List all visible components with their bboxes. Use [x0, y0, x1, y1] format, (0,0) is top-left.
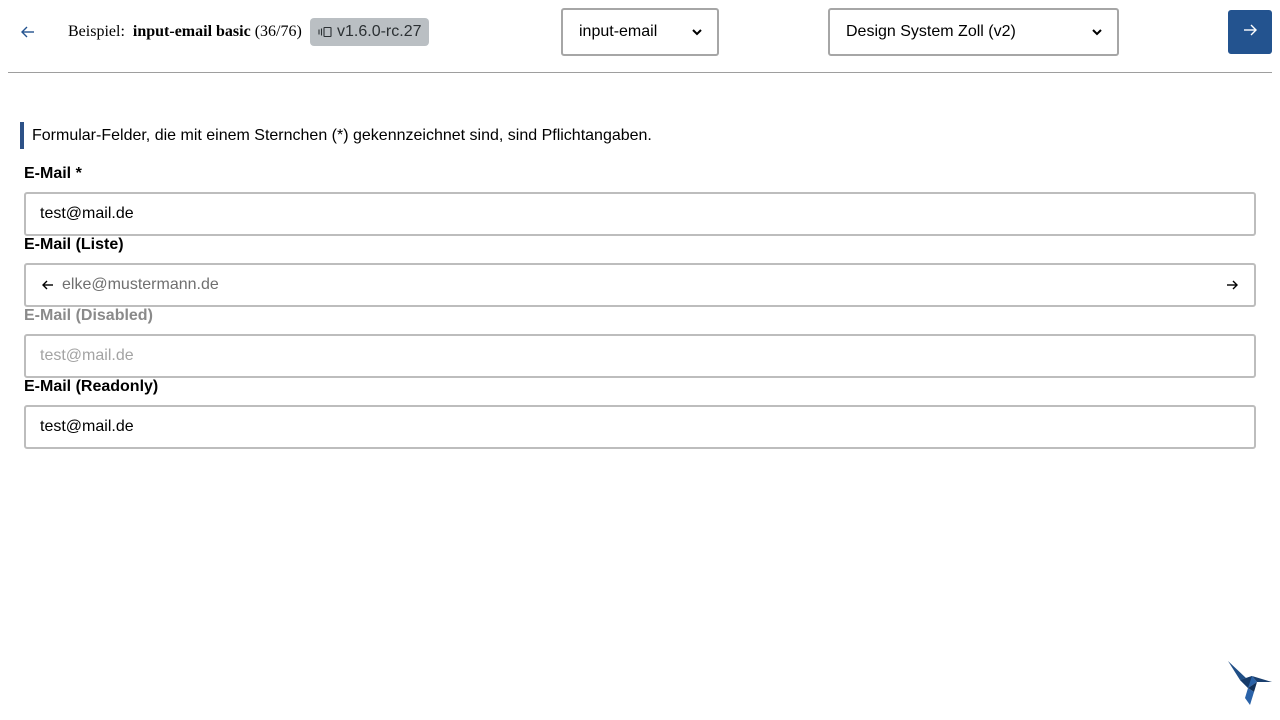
version-label: v1.6.0-rc.27 — [337, 23, 422, 40]
arrow-left-icon — [20, 24, 36, 40]
version-badge: v1.6.0-rc.27 — [310, 18, 430, 46]
required-fields-hint: Formular-Felder, die mit einem Sternchen… — [20, 122, 652, 149]
email-required-input[interactable]: test@mail.de — [24, 192, 1256, 236]
email-readonly-input[interactable]: test@mail.de — [24, 405, 1256, 449]
email-required-field: E-Mail * test@mail.de — [24, 164, 1256, 236]
hummingbird-logo-icon — [1226, 658, 1274, 706]
chevron-down-icon — [691, 28, 703, 36]
email-list-field: E-Mail (Liste) elke@mustermann.de — [24, 235, 1256, 307]
email-readonly-field: E-Mail (Readonly) test@mail.de — [24, 377, 1256, 449]
email-required-label: E-Mail * — [24, 165, 82, 182]
arrow-right-icon — [1242, 22, 1258, 43]
email-required-value: test@mail.de — [40, 205, 134, 222]
email-list-label: E-Mail (Liste) — [24, 236, 124, 253]
chevron-down-icon — [1091, 28, 1103, 36]
theme-select[interactable]: Design System Zoll (v2) — [828, 8, 1119, 56]
toolbar-header: Beispiel: input-email basic (36/76) v1.6… — [8, 0, 1272, 73]
email-list-input[interactable]: elke@mustermann.de — [24, 263, 1256, 307]
example-name: input-email basic — [132, 23, 251, 40]
example-count: (36/76) — [254, 23, 302, 40]
arrow-right-icon[interactable] — [1224, 278, 1240, 292]
arrow-left-icon[interactable] — [40, 278, 56, 292]
email-disabled-value: test@mail.de — [40, 347, 134, 364]
versions-icon — [318, 26, 332, 38]
next-example-button[interactable] — [1228, 10, 1272, 54]
email-readonly-value: test@mail.de — [40, 418, 134, 435]
email-disabled-input: test@mail.de — [24, 334, 1256, 378]
example-prefix: Beispiel: — [68, 23, 125, 40]
component-select-value: input-email — [579, 23, 658, 40]
email-readonly-label: E-Mail (Readonly) — [24, 378, 159, 395]
previous-example-button[interactable] — [16, 20, 40, 44]
email-disabled-field: E-Mail (Disabled) test@mail.de — [24, 306, 1256, 378]
component-select[interactable]: input-email — [561, 8, 719, 56]
theme-select-value: Design System Zoll (v2) — [846, 23, 1016, 40]
example-title: Beispiel: input-email basic (36/76) — [68, 22, 302, 42]
email-disabled-label: E-Mail (Disabled) — [24, 307, 153, 324]
email-list-placeholder: elke@mustermann.de — [62, 276, 219, 293]
